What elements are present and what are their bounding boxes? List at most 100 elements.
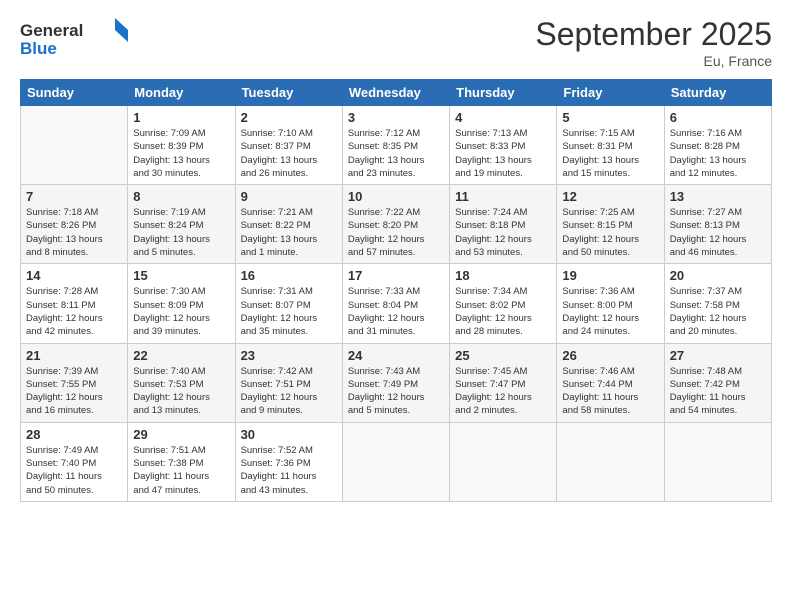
table-row: 30Sunrise: 7:52 AM Sunset: 7:36 PM Dayli… (235, 422, 342, 501)
month-title: September 2025 (535, 16, 772, 53)
table-row: 25 Sunrise: 7:45 AM Sunset: 7:47 PM Dayli… (450, 343, 557, 422)
day-info: Sunrise: 7:18 AM Sunset: 8:26 PM Dayligh… (26, 206, 122, 259)
day-info: Sunrise: 7:33 AM Sunset: 8:04 PM Dayligh… (348, 285, 444, 338)
col-thursday: Thursday (450, 80, 557, 106)
day-info: Sunrise: 7:30 AM Sunset: 8:09 PM Dayligh… (133, 285, 229, 338)
table-row: 20 Sunrise: 7:37 AM Sunset: 7:58 PM Dayli… (664, 264, 771, 343)
table-row: 22Sunrise: 7:40 AM Sunset: 7:53 PM Dayli… (128, 343, 235, 422)
day-info: Sunrise: 7:16 AM Sunset: 8:28 PM Dayligh… (670, 127, 766, 180)
day-info: Sunrise: 7:42 AM Sunset: 7:51 PM Dayligh… (241, 365, 337, 418)
logo: General Blue (20, 16, 130, 60)
table-row: 23 Sunrise: 7:42 AM Sunset: 7:51 PM Dayli… (235, 343, 342, 422)
calendar-week-row: 28 Sunrise: 7:49 AM Sunset: 7:40 PM Dayli… (21, 422, 772, 501)
day-number: 20 (670, 268, 766, 283)
day-number: 21 (26, 348, 122, 363)
day-info: Sunrise: 7:12 AM Sunset: 8:35 PM Dayligh… (348, 127, 444, 180)
day-number: 30 (241, 427, 337, 442)
table-row: 12Sunrise: 7:25 AM Sunset: 8:15 PM Dayli… (557, 185, 664, 264)
day-number: 25 (455, 348, 551, 363)
table-row: 19 Sunrise: 7:36 AM Sunset: 8:00 PM Dayli… (557, 264, 664, 343)
day-info: Sunrise: 7:36 AM Sunset: 8:00 PM Dayligh… (562, 285, 658, 338)
table-row: 9 Sunrise: 7:21 AM Sunset: 8:22 PM Daylig… (235, 185, 342, 264)
day-info: Sunrise: 7:39 AM Sunset: 7:55 PM Dayligh… (26, 365, 122, 418)
day-number: 28 (26, 427, 122, 442)
day-info: Sunrise: 7:51 AM Sunset: 7:38 PM Dayligh… (133, 444, 229, 497)
day-info: Sunrise: 7:46 AM Sunset: 7:44 PM Dayligh… (562, 365, 658, 418)
table-row: 5 Sunrise: 7:15 AM Sunset: 8:31 PM Daylig… (557, 106, 664, 185)
day-info: Sunrise: 7:21 AM Sunset: 8:22 PM Dayligh… (241, 206, 337, 259)
calendar-table: Sunday Monday Tuesday Wednesday Thursday… (20, 79, 772, 502)
col-wednesday: Wednesday (342, 80, 449, 106)
col-tuesday: Tuesday (235, 80, 342, 106)
calendar-week-row: 1Sunrise: 7:09 AM Sunset: 8:39 PM Daylig… (21, 106, 772, 185)
calendar-header-row: Sunday Monday Tuesday Wednesday Thursday… (21, 80, 772, 106)
day-number: 23 (241, 348, 337, 363)
day-number: 16 (241, 268, 337, 283)
day-info: Sunrise: 7:13 AM Sunset: 8:33 PM Dayligh… (455, 127, 551, 180)
table-row: 6 Sunrise: 7:16 AM Sunset: 8:28 PM Daylig… (664, 106, 771, 185)
calendar-week-row: 14 Sunrise: 7:28 AM Sunset: 8:11 PM Dayli… (21, 264, 772, 343)
table-row: 11 Sunrise: 7:24 AM Sunset: 8:18 PM Dayli… (450, 185, 557, 264)
location-subtitle: Eu, France (535, 53, 772, 69)
day-number: 17 (348, 268, 444, 283)
day-info: Sunrise: 7:45 AM Sunset: 7:47 PM Dayligh… (455, 365, 551, 418)
table-row: 26Sunrise: 7:46 AM Sunset: 7:44 PM Dayli… (557, 343, 664, 422)
day-info: Sunrise: 7:15 AM Sunset: 8:31 PM Dayligh… (562, 127, 658, 180)
day-number: 6 (670, 110, 766, 125)
day-number: 18 (455, 268, 551, 283)
day-number: 27 (670, 348, 766, 363)
page-header: General Blue September 2025 Eu, France (20, 16, 772, 69)
day-number: 8 (133, 189, 229, 204)
day-number: 10 (348, 189, 444, 204)
logo-svg: General Blue (20, 16, 130, 60)
svg-text:General: General (20, 21, 83, 40)
table-row: 16Sunrise: 7:31 AM Sunset: 8:07 PM Dayli… (235, 264, 342, 343)
svg-text:Blue: Blue (20, 39, 57, 58)
table-row: 18 Sunrise: 7:34 AM Sunset: 8:02 PM Dayli… (450, 264, 557, 343)
table-row (664, 422, 771, 501)
day-number: 4 (455, 110, 551, 125)
table-row: 24 Sunrise: 7:43 AM Sunset: 7:49 PM Dayli… (342, 343, 449, 422)
day-number: 3 (348, 110, 444, 125)
table-row: 17 Sunrise: 7:33 AM Sunset: 8:04 PM Dayli… (342, 264, 449, 343)
table-row (342, 422, 449, 501)
day-number: 9 (241, 189, 337, 204)
table-row: 13 Sunrise: 7:27 AM Sunset: 8:13 PM Dayli… (664, 185, 771, 264)
col-monday: Monday (128, 80, 235, 106)
day-info: Sunrise: 7:48 AM Sunset: 7:42 PM Dayligh… (670, 365, 766, 418)
day-info: Sunrise: 7:27 AM Sunset: 8:13 PM Dayligh… (670, 206, 766, 259)
table-row (21, 106, 128, 185)
day-number: 1 (133, 110, 229, 125)
table-row: 8 Sunrise: 7:19 AM Sunset: 8:24 PM Daylig… (128, 185, 235, 264)
table-row: 7 Sunrise: 7:18 AM Sunset: 8:26 PM Daylig… (21, 185, 128, 264)
table-row: 10Sunrise: 7:22 AM Sunset: 8:20 PM Dayli… (342, 185, 449, 264)
day-number: 22 (133, 348, 229, 363)
day-info: Sunrise: 7:25 AM Sunset: 8:15 PM Dayligh… (562, 206, 658, 259)
day-info: Sunrise: 7:28 AM Sunset: 8:11 PM Dayligh… (26, 285, 122, 338)
table-row: 29Sunrise: 7:51 AM Sunset: 7:38 PM Dayli… (128, 422, 235, 501)
calendar-week-row: 21 Sunrise: 7:39 AM Sunset: 7:55 PM Dayli… (21, 343, 772, 422)
table-row: 21 Sunrise: 7:39 AM Sunset: 7:55 PM Dayli… (21, 343, 128, 422)
day-number: 15 (133, 268, 229, 283)
day-number: 11 (455, 189, 551, 204)
day-number: 13 (670, 189, 766, 204)
day-number: 19 (562, 268, 658, 283)
table-row: 4 Sunrise: 7:13 AM Sunset: 8:33 PM Daylig… (450, 106, 557, 185)
table-row (450, 422, 557, 501)
title-area: September 2025 Eu, France (535, 16, 772, 69)
day-number: 5 (562, 110, 658, 125)
table-row: 1Sunrise: 7:09 AM Sunset: 8:39 PM Daylig… (128, 106, 235, 185)
day-info: Sunrise: 7:24 AM Sunset: 8:18 PM Dayligh… (455, 206, 551, 259)
day-info: Sunrise: 7:43 AM Sunset: 7:49 PM Dayligh… (348, 365, 444, 418)
table-row: 27 Sunrise: 7:48 AM Sunset: 7:42 PM Dayli… (664, 343, 771, 422)
day-info: Sunrise: 7:49 AM Sunset: 7:40 PM Dayligh… (26, 444, 122, 497)
day-info: Sunrise: 7:19 AM Sunset: 8:24 PM Dayligh… (133, 206, 229, 259)
day-number: 24 (348, 348, 444, 363)
day-info: Sunrise: 7:34 AM Sunset: 8:02 PM Dayligh… (455, 285, 551, 338)
day-info: Sunrise: 7:37 AM Sunset: 7:58 PM Dayligh… (670, 285, 766, 338)
col-saturday: Saturday (664, 80, 771, 106)
table-row: 2Sunrise: 7:10 AM Sunset: 8:37 PM Daylig… (235, 106, 342, 185)
day-number: 14 (26, 268, 122, 283)
table-row: 28 Sunrise: 7:49 AM Sunset: 7:40 PM Dayli… (21, 422, 128, 501)
day-number: 7 (26, 189, 122, 204)
